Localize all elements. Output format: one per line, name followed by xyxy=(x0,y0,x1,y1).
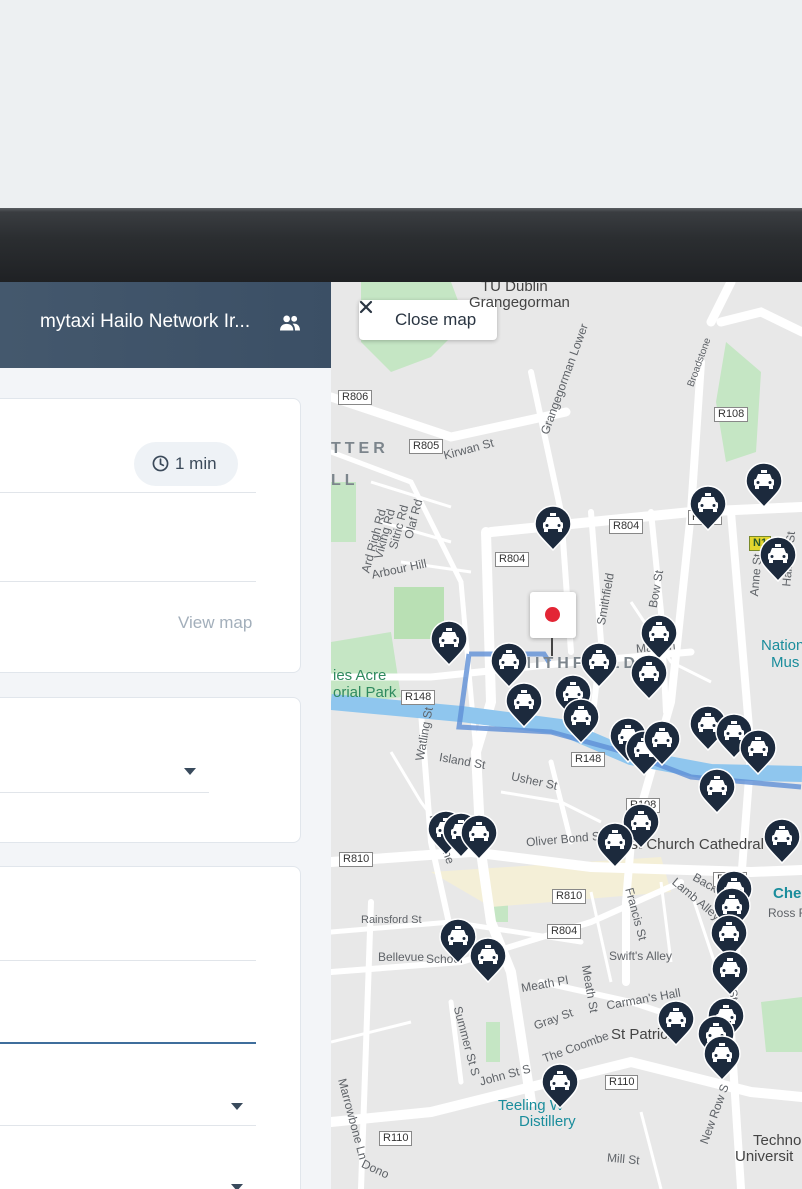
taxi-icon[interactable] xyxy=(534,505,572,551)
map-label: Techno xyxy=(753,1132,802,1149)
background-wall xyxy=(0,0,802,208)
map-label: TTER xyxy=(331,440,389,457)
map-label: ies Acre xyxy=(333,667,387,684)
taxi-icon[interactable] xyxy=(430,620,468,666)
map-label: Ches xyxy=(773,885,802,902)
road-shield: R148 xyxy=(401,690,436,705)
taxi-icon[interactable] xyxy=(505,682,543,728)
road-shield: R805 xyxy=(409,439,444,454)
close-map-label: Close map xyxy=(395,310,477,329)
dropdown-underline xyxy=(0,792,209,793)
taxi-icon[interactable] xyxy=(541,1063,579,1109)
map-label: Mus xyxy=(771,654,800,671)
map-label: LL xyxy=(331,472,359,489)
map-view[interactable]: Close map TU Dublin Grangegorman TTER LL… xyxy=(331,282,802,1189)
taxi-icon[interactable] xyxy=(698,768,736,814)
road-shield: R810 xyxy=(552,889,587,904)
people-icon[interactable] xyxy=(280,314,300,332)
map-label: orial Park xyxy=(333,684,397,701)
map-label: Bellevue xyxy=(378,950,425,964)
road-shield: R148 xyxy=(571,752,606,767)
clock-icon xyxy=(152,455,169,472)
chevron-down-icon[interactable] xyxy=(184,768,196,775)
taxi-icon[interactable] xyxy=(759,536,797,582)
taxi-icon[interactable] xyxy=(469,937,507,983)
divider xyxy=(0,960,256,961)
road-shield: R804 xyxy=(495,552,530,567)
road-shield: R804 xyxy=(609,519,644,534)
road-shield: R108 xyxy=(714,407,749,422)
pickup-pin-icon[interactable] xyxy=(530,592,576,638)
taxi-icon[interactable] xyxy=(689,485,727,531)
view-map-link[interactable]: View map xyxy=(178,613,252,633)
booking-panel: mytaxi Hailo Network Ir... 1 min View ma… xyxy=(0,282,331,1189)
chevron-down-icon[interactable] xyxy=(231,1103,243,1110)
map-label: Swift's Alley xyxy=(609,949,672,963)
map-label: Ross R xyxy=(768,906,802,920)
map-label: Grangegorman xyxy=(469,294,570,311)
pickup-dot xyxy=(545,607,560,622)
taxi-icon[interactable] xyxy=(630,654,668,700)
taxi-icon[interactable] xyxy=(711,950,749,996)
divider xyxy=(0,1125,256,1126)
map-label: Rainsford St xyxy=(361,914,422,926)
divider xyxy=(0,581,256,582)
panel-header: mytaxi Hailo Network Ir... xyxy=(0,282,331,368)
taxi-icon[interactable] xyxy=(739,729,777,775)
taxi-icon[interactable] xyxy=(745,462,783,508)
map-label: Universit xyxy=(735,1148,794,1165)
network-title[interactable]: mytaxi Hailo Network Ir... xyxy=(40,311,250,333)
details-card xyxy=(0,866,301,1189)
road-shield: R110 xyxy=(605,1075,639,1090)
taxi-icon[interactable] xyxy=(562,698,600,744)
road-shield: R810 xyxy=(339,852,374,867)
trip-card: 1 min View map xyxy=(0,398,301,673)
road-shield: R804 xyxy=(547,924,582,939)
eta-text: 1 min xyxy=(175,454,217,473)
road-shield: R806 xyxy=(338,390,373,405)
map-label: Mill St xyxy=(606,1150,641,1168)
close-icon xyxy=(359,300,373,314)
map-label: Distillery xyxy=(519,1113,576,1130)
pickup-pin-stem xyxy=(551,638,553,656)
monitor-bezel xyxy=(0,208,802,282)
eta-badge: 1 min xyxy=(134,442,238,486)
map-label: Nation xyxy=(761,637,802,654)
road-shield: R110 xyxy=(379,1131,413,1146)
taxi-icon[interactable] xyxy=(703,1035,741,1081)
taxi-icon[interactable] xyxy=(657,1000,695,1046)
taxi-icon[interactable] xyxy=(460,814,498,860)
active-field-underline[interactable] xyxy=(0,1042,256,1044)
option-card xyxy=(0,697,301,843)
taxi-icon[interactable] xyxy=(763,818,801,864)
chevron-down-icon[interactable] xyxy=(231,1184,243,1189)
taxi-icon[interactable] xyxy=(596,822,634,868)
taxi-icon[interactable] xyxy=(643,720,681,766)
divider xyxy=(0,492,256,493)
